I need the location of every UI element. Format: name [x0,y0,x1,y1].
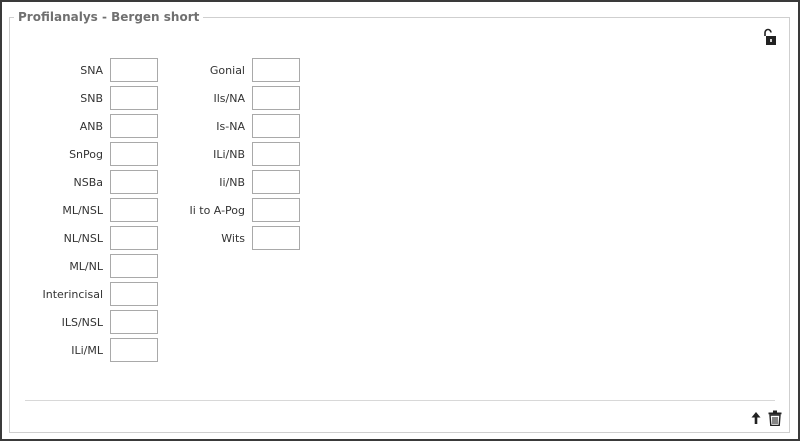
arrow-up-icon[interactable] [750,411,762,425]
field-ils-na[interactable] [252,86,300,110]
field-gonial[interactable] [252,58,300,82]
label-gonial: Gonial [209,64,245,77]
unlock-icon[interactable] [761,28,777,46]
label-is-na: Is-NA [216,120,245,133]
label-ii-nb: Ii/NB [219,176,245,189]
field-wits[interactable] [252,226,300,250]
field-ili-nb[interactable] [252,142,300,166]
field-ml-nl[interactable] [110,254,158,278]
trash-icon[interactable] [768,410,782,426]
label-ils-na: Ils/NA [213,92,246,105]
panel-title: Profilanalys - Bergen short [14,9,204,25]
label-ili-nb: ILi/NB [213,148,245,161]
field-is-na[interactable] [252,114,300,138]
label-interincisal: Interincisal [42,288,103,301]
field-interincisal[interactable] [110,282,158,306]
field-ili-ml[interactable] [110,338,158,362]
label-ml-nl: ML/NL [69,260,103,273]
footer-divider [25,400,775,401]
field-ii-nb[interactable] [252,170,300,194]
field-ils-nsl[interactable] [110,310,158,334]
label-wits: Wits [221,232,245,245]
field-ii-to-a-pog[interactable] [252,198,300,222]
label-ili-ml: ILi/ML [71,344,103,357]
label-ii-to-a-pog: Ii to A-Pog [189,204,245,217]
label-ils-nsl: ILS/NSL [61,316,103,329]
